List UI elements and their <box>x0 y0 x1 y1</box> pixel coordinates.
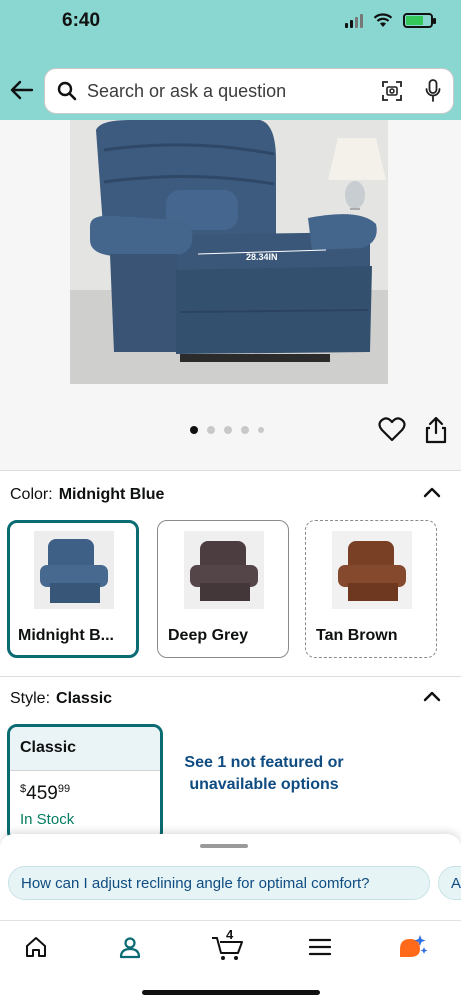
color-swatch-tan-brown[interactable]: Tan Brown <box>305 520 437 658</box>
nav-account[interactable] <box>110 931 150 963</box>
swatch-image <box>184 531 264 609</box>
section-divider <box>0 676 461 677</box>
carousel-dot[interactable] <box>207 426 215 434</box>
measurement-label: 28.34IN <box>246 252 278 262</box>
search-header: Search or ask a question <box>0 64 461 120</box>
color-selected-value: Midnight Blue <box>58 486 165 503</box>
suggested-question-chip[interactable]: A <box>438 866 461 900</box>
color-label: Color: Midnight Blue <box>10 486 165 503</box>
style-selected-value: Classic <box>56 690 113 707</box>
battery-icon <box>403 13 436 28</box>
nav-menu[interactable] <box>300 931 340 963</box>
swatch-label: Midnight B... <box>18 627 114 644</box>
carousel-dot[interactable] <box>190 426 198 434</box>
search-input[interactable]: Search or ask a question <box>44 68 454 114</box>
color-swatch-deep-grey[interactable]: Deep Grey <box>157 520 289 658</box>
style-option-price: $45999 <box>20 783 71 804</box>
nav-rufus[interactable] <box>392 931 432 963</box>
carousel-dot[interactable] <box>241 426 249 434</box>
share-icon[interactable] <box>424 416 448 444</box>
back-arrow-icon <box>10 80 34 100</box>
chevron-up-icon[interactable] <box>423 690 441 702</box>
style-option-name: Classic <box>10 727 160 771</box>
stock-status: In Stock <box>20 811 75 828</box>
swatch-label: Tan Brown <box>316 627 398 644</box>
swatch-image <box>332 531 412 609</box>
nav-cart[interactable]: 4 <box>208 927 248 963</box>
account-icon <box>119 937 141 959</box>
search-icon <box>57 81 77 101</box>
product-image-gallery[interactable]: 28.34IN <box>0 120 461 470</box>
microphone-icon[interactable] <box>425 79 441 103</box>
carousel-indicator[interactable] <box>190 426 264 434</box>
rufus-bottom-sheet[interactable]: How can I adjust reclining angle for opt… <box>0 834 461 920</box>
style-label: Style: Classic <box>10 690 113 707</box>
carousel-dot[interactable] <box>224 426 232 434</box>
menu-icon <box>309 938 331 956</box>
search-placeholder: Search or ask a question <box>87 80 287 101</box>
wifi-icon <box>373 13 393 27</box>
swatch-label: Deep Grey <box>168 627 249 644</box>
recliner-illustration <box>70 120 388 384</box>
camera-scan-icon[interactable] <box>381 80 403 102</box>
back-button[interactable] <box>8 76 36 104</box>
home-icon <box>26 937 46 957</box>
style-option-classic[interactable]: Classic $45999 In Stock <box>7 724 163 842</box>
home-indicator <box>142 990 320 995</box>
cart-count: 4 <box>226 927 234 942</box>
color-swatch-midnight-blue[interactable]: Midnight B... <box>7 520 139 658</box>
sheet-drag-handle[interactable] <box>200 844 248 848</box>
heart-icon[interactable] <box>378 416 406 444</box>
status-icons <box>345 13 436 28</box>
bottom-navigation: 4 <box>0 920 461 1000</box>
product-image[interactable]: 28.34IN <box>70 120 388 384</box>
section-divider <box>0 470 461 471</box>
signal-icon <box>345 13 363 28</box>
nav-home[interactable] <box>16 931 56 963</box>
see-unavailable-options-link[interactable]: See 1 not featured or unavailable option… <box>176 752 352 796</box>
swatch-image <box>34 531 114 609</box>
chevron-up-icon[interactable] <box>423 486 441 498</box>
rufus-icon <box>400 935 428 957</box>
status-bar: 6:40 <box>0 0 461 64</box>
carousel-dot[interactable] <box>258 427 264 433</box>
suggested-question-chip[interactable]: How can I adjust reclining angle for opt… <box>8 866 430 900</box>
status-time: 6:40 <box>62 10 101 31</box>
